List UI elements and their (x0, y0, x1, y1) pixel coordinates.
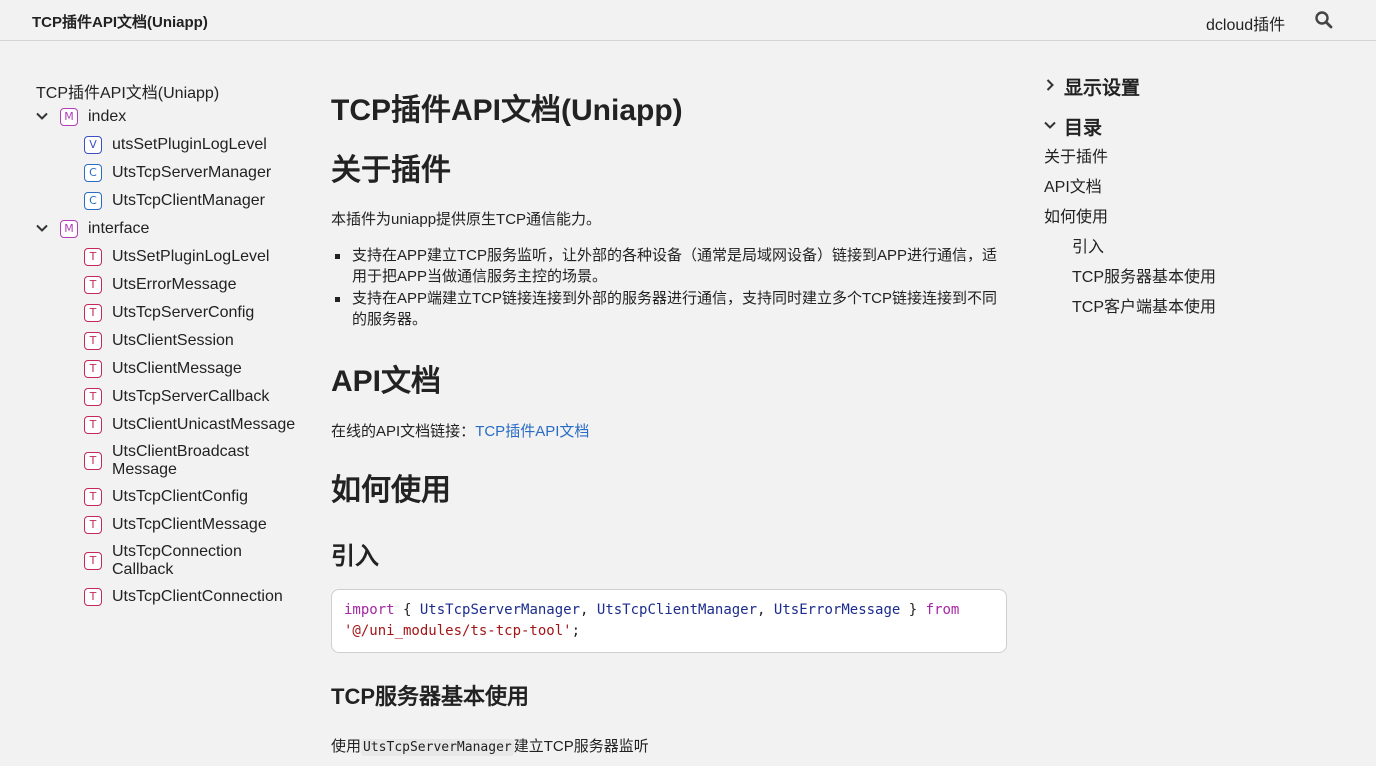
code-keyword: import (344, 602, 395, 618)
type-icon: T (84, 588, 102, 606)
module-icon: M (60, 220, 78, 238)
nav-item[interactable]: T UtsClientMessage (0, 357, 300, 381)
module-icon: M (60, 108, 78, 126)
toc-item[interactable]: TCP服务器基本使用 (1072, 263, 1216, 287)
list-item: 支持在APP建立TCP服务监听，让外部的各种设备（通常是局域网设备）链接到APP… (331, 245, 1007, 287)
nav-item-label[interactable]: UtsTcpClientMessage (112, 516, 267, 534)
type-icon: T (84, 552, 102, 570)
code-identifier: UtsTcpServerManager (419, 602, 581, 618)
chevron-down-icon[interactable] (36, 222, 48, 234)
nav-item[interactable]: T UtsTcpServerConfig (0, 301, 300, 325)
nav-item-label[interactable]: UtsClientMessage (112, 360, 242, 378)
code-punct: , (757, 602, 774, 618)
search-icon[interactable] (1314, 10, 1334, 30)
about-heading: 关于插件 (331, 154, 451, 187)
type-icon: T (84, 488, 102, 506)
toc-item[interactable]: API文档 (1044, 173, 1102, 197)
top-bar: TCP插件API文档(Uniapp) dcloud插件 (0, 0, 1376, 41)
inline-code: UtsTcpServerManager (361, 739, 514, 756)
list-item: 支持在APP端建立TCP链接连接到外部的服务器进行通信，支持同时建立多个TCP链… (331, 288, 1007, 330)
nav-item-label[interactable]: UtsTcpClientConnection (112, 588, 283, 606)
nav-item-label[interactable]: UtsTcpServerConfig (112, 304, 254, 322)
code-string: '@/uni_modules/ts-tcp-tool' (344, 623, 572, 639)
nav-item[interactable]: V utsSetPluginLogLevel (0, 133, 300, 157)
variable-icon: V (84, 136, 102, 154)
code-block: import { UtsTcpServerManager, UtsTcpClie… (331, 589, 1007, 653)
nav-item[interactable]: T UtsSetPluginLogLevel (0, 245, 300, 269)
nav-root-link[interactable]: TCP插件API文档(Uniapp) (36, 79, 219, 103)
feature-list: 支持在APP建立TCP服务监听，让外部的各种设备（通常是局域网设备）链接到APP… (331, 245, 1007, 331)
about-text: 本插件为uniapp提供原生TCP通信能力。 (331, 211, 602, 228)
nav-item-label[interactable]: UtsTcpClientConfig (112, 488, 248, 506)
server-text-post: 建立TCP服务器监听 (513, 738, 649, 755)
api-doc-link[interactable]: TCP插件API文档 (475, 423, 589, 440)
chevron-down-icon[interactable] (36, 110, 48, 122)
nav-item[interactable]: T UtsTcpConnection Callback (0, 541, 300, 579)
server-text-pre: 使用 (331, 738, 362, 755)
api-text: 在线的API文档链接：TCP插件API文档 (331, 420, 589, 441)
type-icon: T (84, 304, 102, 322)
type-icon: T (84, 416, 102, 434)
code-identifier: UtsErrorMessage (773, 602, 901, 618)
display-settings-toggle[interactable]: 显示设置 (1044, 73, 1244, 100)
nav-item[interactable]: T UtsClientBroadcast Message (0, 441, 300, 479)
type-icon: T (84, 332, 102, 350)
nav-item[interactable]: T UtsTcpClientConfig (0, 485, 300, 509)
server-heading: TCP服务器基本使用 (331, 684, 530, 709)
code-identifier: UtsTcpClientManager (596, 602, 758, 618)
type-icon: T (84, 360, 102, 378)
nav-item-label[interactable]: UtsTcpServerManager (112, 164, 271, 182)
code-punct: { (394, 602, 420, 618)
type-icon: T (84, 276, 102, 294)
nav-item[interactable]: T UtsTcpClientMessage (0, 513, 300, 537)
nav-item-label[interactable]: UtsTcpConnection Callback (112, 543, 302, 579)
code-keyword: from (925, 602, 960, 618)
nav-item[interactable]: T UtsTcpServerCallback (0, 385, 300, 409)
chevron-down-icon[interactable] (1044, 119, 1056, 131)
nav-item-label[interactable]: UtsTcpServerCallback (112, 388, 269, 406)
nav-item-label[interactable]: UtsTcpClientManager (112, 192, 265, 210)
nav-module-index[interactable]: M index (0, 105, 300, 129)
contents-label[interactable]: 目录 (1064, 113, 1102, 140)
nav-module-label[interactable]: index (88, 108, 126, 126)
toc-item[interactable]: 关于插件 (1044, 143, 1108, 167)
nav-item-label[interactable]: UtsClientBroadcast Message (112, 443, 302, 479)
class-icon: C (84, 164, 102, 182)
toc-item[interactable]: 如何使用 (1044, 203, 1108, 227)
dcloud-plugin-link[interactable]: dcloud插件 (1206, 11, 1285, 35)
class-icon: C (84, 192, 102, 210)
nav-item-label[interactable]: UtsClientUnicastMessage (112, 416, 295, 434)
import-heading: 引入 (331, 543, 379, 570)
page-title: TCP插件API文档(Uniapp) (331, 94, 683, 127)
type-icon: T (84, 248, 102, 266)
contents-toggle[interactable]: 目录 (1044, 113, 1244, 140)
nav-item[interactable]: T UtsTcpClientConnection (0, 585, 300, 609)
api-heading: API文档 (331, 365, 442, 398)
nav-item[interactable]: T UtsErrorMessage (0, 273, 300, 297)
toc-item[interactable]: TCP客户端基本使用 (1072, 293, 1216, 317)
site-title[interactable]: TCP插件API文档(Uniapp) (32, 11, 208, 32)
nav-item-label[interactable]: utsSetPluginLogLevel (112, 136, 267, 154)
nav-item-label[interactable]: UtsSetPluginLogLevel (112, 248, 269, 266)
type-icon: T (84, 452, 102, 470)
api-text-label: 在线的API文档链接： (331, 423, 476, 440)
type-icon: T (84, 516, 102, 534)
chevron-right-icon[interactable] (1044, 79, 1056, 91)
code-punct: } (900, 602, 926, 618)
type-icon: T (84, 388, 102, 406)
nav-item[interactable]: T UtsClientSession (0, 329, 300, 353)
usage-heading: 如何使用 (331, 474, 451, 507)
server-text: 使用 UtsTcpServerManager 建立TCP服务器监听 (331, 735, 649, 756)
nav-item[interactable]: C UtsTcpClientManager (0, 189, 300, 213)
code-punct: , (580, 602, 597, 618)
display-settings-label[interactable]: 显示设置 (1064, 73, 1140, 100)
nav-item-label[interactable]: UtsClientSession (112, 332, 234, 350)
code-punct: ; (571, 623, 581, 639)
nav-module-label[interactable]: interface (88, 220, 149, 238)
nav-item[interactable]: C UtsTcpServerManager (0, 161, 300, 185)
nav-item[interactable]: T UtsClientUnicastMessage (0, 413, 300, 437)
nav-item-label[interactable]: UtsErrorMessage (112, 276, 236, 294)
nav-module-interface[interactable]: M interface (0, 217, 300, 241)
toc-item[interactable]: 引入 (1072, 233, 1104, 257)
